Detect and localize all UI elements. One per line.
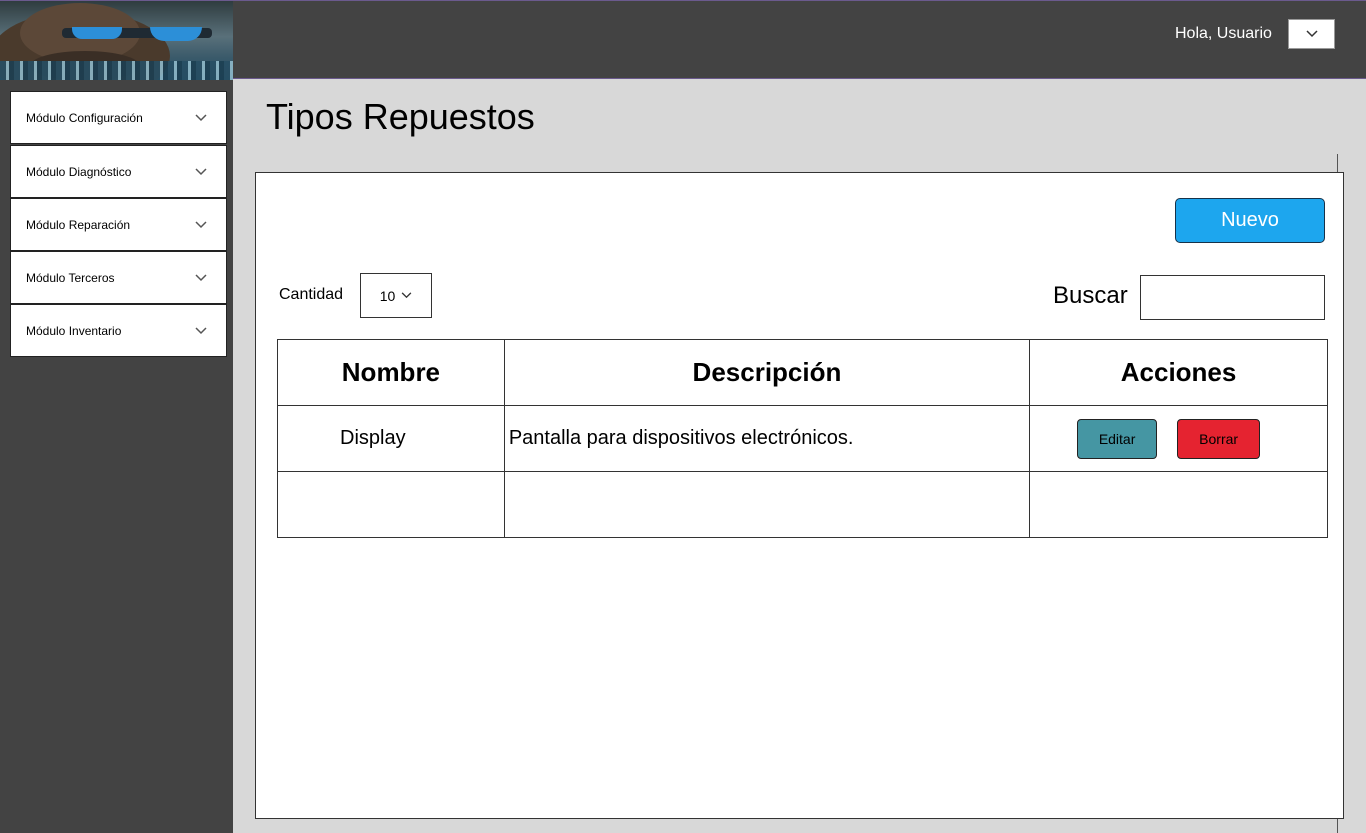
sidebar-item-terceros[interactable]: Módulo Terceros [10,251,227,304]
sidebar-item-label: Módulo Terceros [26,270,115,285]
table-header-row: Nombre Descripción Acciones [277,339,1328,406]
quantity-label: Cantidad [279,286,344,303]
column-header-nombre: Nombre [277,339,505,406]
search-label: Buscar [1053,282,1128,309]
data-table: Nombre Descripción Acciones Display Pant… [277,339,1328,538]
sidebar-item-label: Módulo Configuración [26,110,143,125]
chevron-down-icon [1305,30,1318,38]
edit-button[interactable]: Editar [1077,418,1158,459]
quantity-select[interactable]: 10 [360,273,432,318]
sidebar-item-reparacion[interactable]: Módulo Reparación [10,198,227,251]
cell-descripcion: Pantalla para dispositivos electrónicos. [503,405,1031,472]
search-input[interactable] [1140,275,1325,320]
column-header-descripcion: Descripción [503,339,1031,406]
chevron-down-icon [401,292,412,299]
sidebar-item-label: Módulo Reparación [26,217,131,232]
cell-nombre: Display [277,405,505,472]
chevron-down-icon [194,326,208,336]
delete-button[interactable]: Borrar [1177,418,1261,459]
chevron-down-icon [194,220,208,230]
page-title: Tipos Repuestos [266,96,535,137]
table-row: Display Pantalla para dispositivos elect… [277,405,1328,472]
cell-descripcion [503,471,1031,538]
new-button[interactable]: Nuevo [1175,198,1325,243]
cell-acciones: Editar Borrar [1029,405,1328,472]
chevron-down-icon [194,273,208,283]
sidebar-item-label: Módulo Inventario [26,323,122,338]
sidebar: Módulo Configuración Módulo Diagnóstico … [0,80,233,833]
chevron-down-icon [194,113,208,123]
table-row [277,471,1328,538]
sidebar-item-diagnostico[interactable]: Módulo Diagnóstico [10,145,227,198]
sidebar-item-inventario[interactable]: Módulo Inventario [10,304,227,357]
logo [0,1,233,80]
cell-nombre [277,471,505,538]
cell-acciones [1029,471,1328,538]
sidebar-item-configuracion[interactable]: Módulo Configuración [10,91,227,144]
column-header-acciones: Acciones [1029,339,1328,406]
sidebar-item-label: Módulo Diagnóstico [26,164,132,179]
user-greeting: Hola, Usuario [1175,25,1272,42]
chevron-down-icon [194,167,208,177]
quantity-value: 10 [379,287,396,304]
top-bar: Hola, Usuario [0,0,1366,80]
user-menu-dropdown[interactable] [1288,19,1335,49]
